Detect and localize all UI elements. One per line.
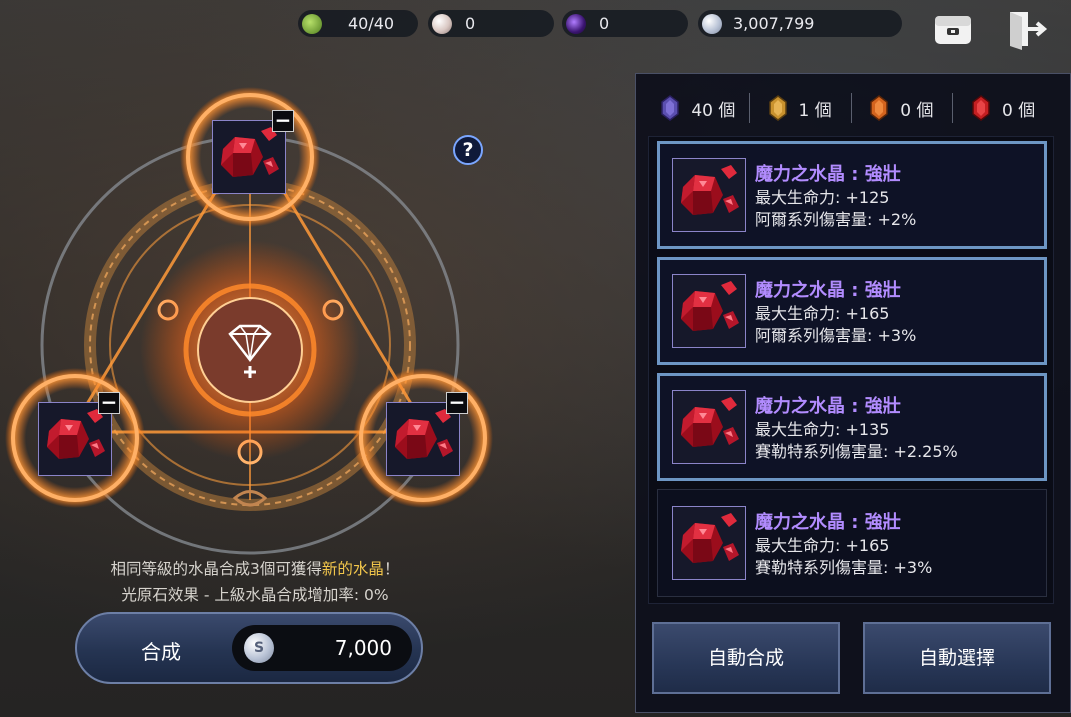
combine-button[interactable]: 合成 S 7,000 — [75, 612, 423, 684]
pearl-value: 0 — [465, 14, 476, 33]
hint-text: 相同等級的水晶合成3個可獲得 — [110, 560, 322, 578]
crystal-name: 魔力之水晶 : 強壯 — [755, 164, 901, 185]
red-crystal-icon — [672, 390, 746, 464]
count-purple-value: 40 個 — [691, 100, 736, 121]
stamina-value: 40/40 — [348, 14, 395, 33]
combine-diamond-icon — [216, 316, 284, 384]
crystal-panel: 40 個 1 個 0 個 0 個 魔力之水晶 : 強壯 最大生命力: +125 … — [635, 73, 1071, 713]
green-stamina-icon — [302, 13, 322, 34]
red-crystal-icon — [213, 121, 287, 195]
crystal-counts: 40 個 1 個 0 個 0 個 — [648, 86, 1054, 130]
crystal-card[interactable]: 魔力之水晶 : 強壯 最大生命力: +165 阿爾系列傷害量: +3% — [657, 257, 1047, 365]
hint-end: ！ — [383, 560, 400, 578]
crystal-stat: 最大生命力: +125 — [755, 188, 890, 207]
crystal-card[interactable]: 魔力之水晶 : 強壯 最大生命力: +135 賽勒特系列傷害量: +2.25% — [657, 373, 1047, 481]
purple-crystal-icon — [661, 95, 680, 121]
combine-cost: S 7,000 — [232, 625, 412, 671]
combine-cost-value: 7,000 — [334, 636, 392, 660]
crystal-stat: 最大生命力: +165 — [755, 304, 890, 323]
count-gold-value: 1 個 — [798, 100, 832, 121]
count-orange: 0 個 — [852, 93, 954, 123]
exit-door-icon[interactable] — [1006, 8, 1048, 50]
crystal-stat: 最大生命力: +135 — [755, 420, 890, 439]
combine-hint: 相同等級的水晶合成3個可獲得新的水晶！ — [0, 557, 510, 579]
crystal-stat: 阿爾系列傷害量: +3% — [755, 326, 917, 345]
stamina-counter: 40/40 — [298, 10, 418, 37]
auto-combine-button[interactable]: 自動合成 — [652, 622, 840, 694]
crystal-list: 魔力之水晶 : 強壯 最大生命力: +125 阿爾系列傷害量: +2% 魔力之水… — [648, 136, 1054, 604]
crystal-card[interactable]: 魔力之水晶 : 強壯 最大生命力: +125 阿爾系列傷害量: +2% — [657, 141, 1047, 249]
crystal-stat: 賽勒特系列傷害量: +2.25% — [755, 442, 958, 461]
count-gold: 1 個 — [750, 93, 852, 123]
count-red-value: 0 個 — [1002, 100, 1036, 121]
orange-crystal-icon — [870, 95, 888, 121]
crystal-stat: 最大生命力: +165 — [755, 536, 890, 555]
remove-slot-right-button[interactable]: − — [446, 392, 468, 414]
dark-orb-value: 0 — [599, 14, 610, 33]
help-button[interactable]: ? — [453, 135, 483, 165]
silver-coin-icon — [702, 13, 722, 34]
purple-orb-icon — [566, 13, 586, 34]
silver-coin-icon: S — [244, 633, 274, 663]
red-crystal-icon — [672, 158, 746, 232]
red-crystal-icon — [972, 95, 990, 121]
auto-select-button[interactable]: 自動選擇 — [863, 622, 1051, 694]
combine-label: 合成 — [141, 640, 181, 664]
silver-counter: 3,007,799 — [698, 10, 902, 37]
remove-slot-left-button[interactable]: − — [98, 392, 120, 414]
red-crystal-icon — [672, 506, 746, 580]
red-crystal-icon — [387, 403, 461, 477]
crystal-name: 魔力之水晶 : 強壯 — [755, 280, 901, 301]
inventory-bag-icon[interactable] — [932, 8, 974, 50]
silver-value: 3,007,799 — [733, 14, 815, 33]
pearl-icon — [432, 13, 452, 34]
crystal-stat: 賽勒特系列傷害量: +3% — [755, 558, 933, 577]
red-crystal-icon — [672, 274, 746, 348]
crystal-card[interactable]: 魔力之水晶 : 強壯 最大生命力: +165 賽勒特系列傷害量: +3% — [657, 489, 1047, 597]
count-orange-value: 0 個 — [900, 100, 934, 121]
crystal-stat: 阿爾系列傷害量: +2% — [755, 210, 917, 229]
crystal-name: 魔力之水晶 : 強壯 — [755, 396, 901, 417]
gold-crystal-icon — [768, 95, 787, 121]
count-red: 0 個 — [953, 93, 1054, 123]
pearl-counter: 0 — [428, 10, 554, 37]
count-purple: 40 個 — [648, 93, 750, 123]
remove-slot-top-button[interactable]: − — [272, 110, 294, 132]
crystal-name: 魔力之水晶 : 強壯 — [755, 512, 901, 533]
hint-highlight: 新的水晶 — [321, 560, 384, 578]
bonus-rate-text: 光原石效果 - 上級水晶合成增加率: 0% — [121, 586, 389, 604]
red-crystal-icon — [39, 403, 113, 477]
dark-orb-counter: 0 — [562, 10, 688, 37]
